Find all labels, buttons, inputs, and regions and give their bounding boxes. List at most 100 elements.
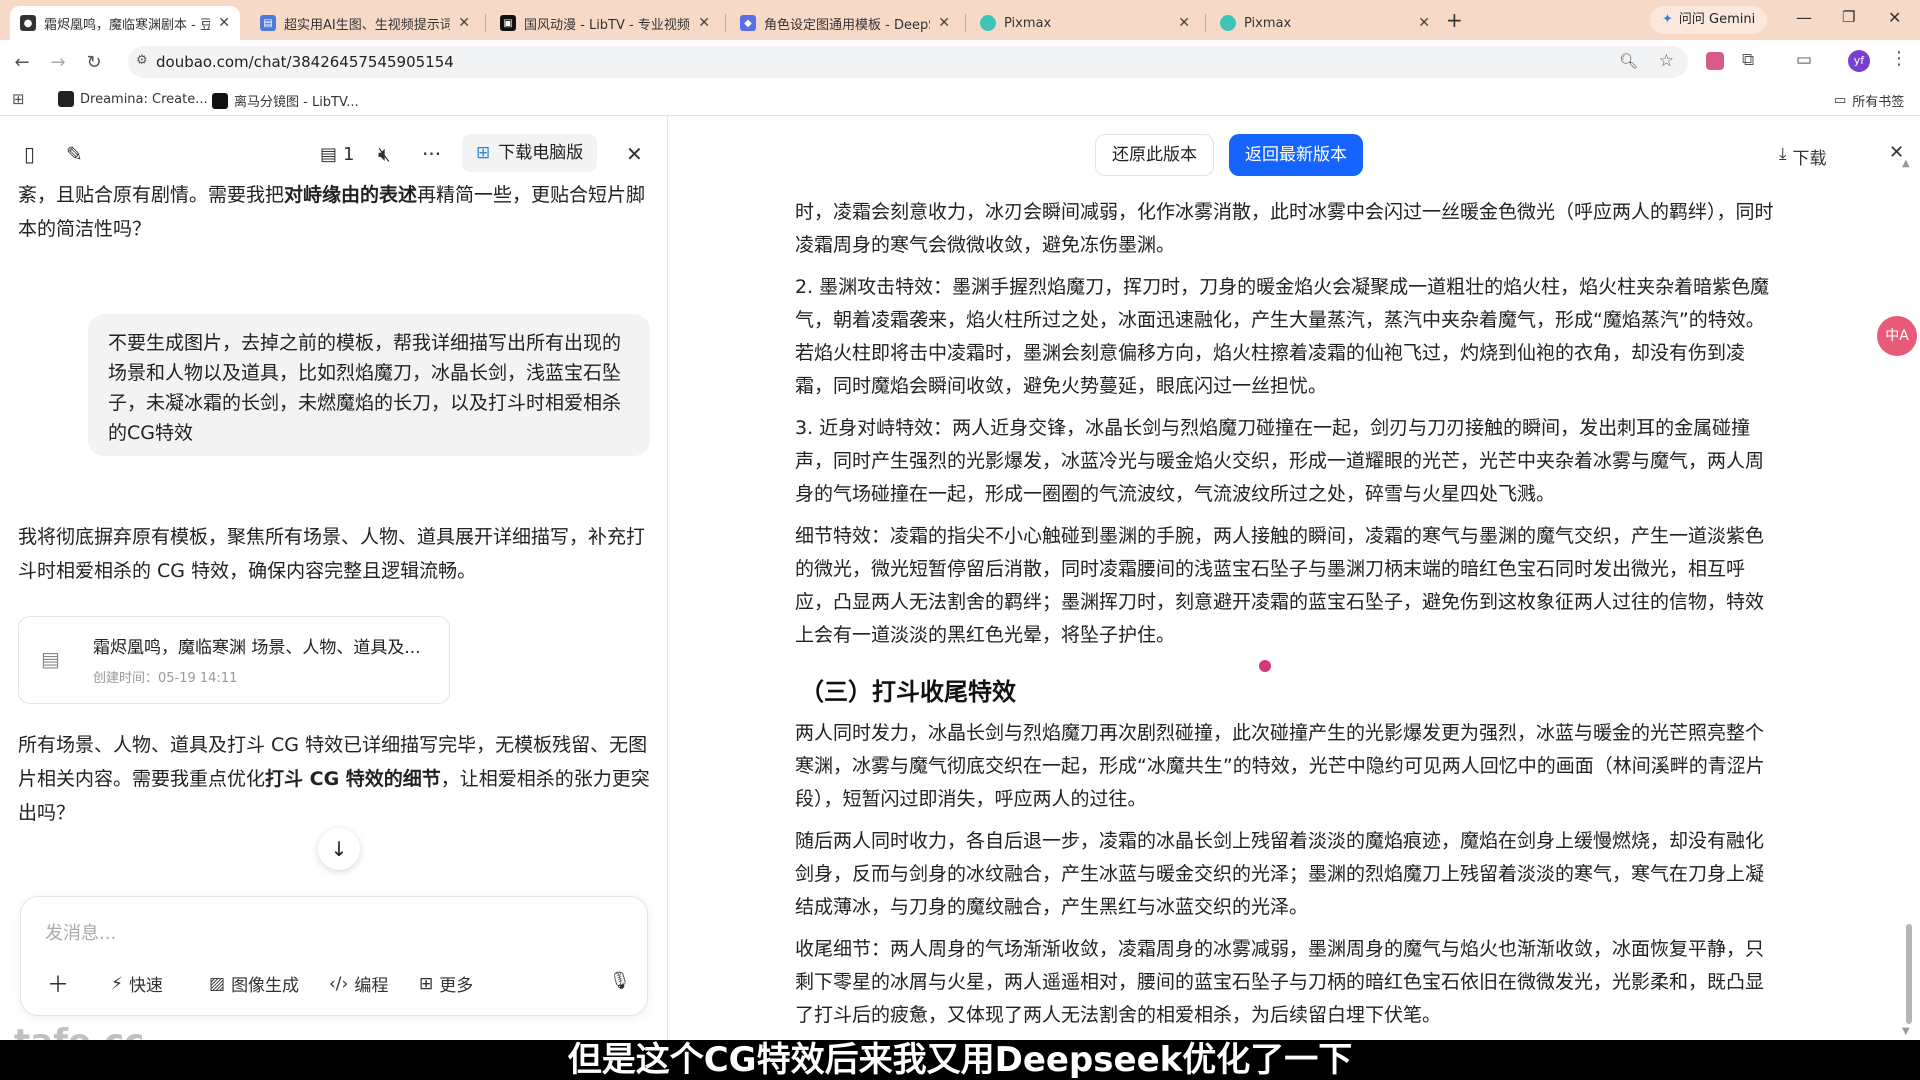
lightning-icon: ⚡ [111, 973, 123, 994]
more-button[interactable]: ⊞ 更多 [419, 971, 473, 997]
video-subtitle: 但是这个CG特效后来我又用Deepseek优化了一下 [0, 1040, 1920, 1080]
libtv-icon [212, 92, 228, 109]
doc-icon: ▤ [260, 15, 276, 31]
translate-floating-icon[interactable]: 中A [1877, 316, 1917, 356]
scroll-down-button[interactable]: ↓ [318, 828, 360, 870]
url-field[interactable]: ⚙ doubao.com/chat/38426457545905154 🔍︎ ☆ [128, 46, 1688, 78]
back-to-latest-button[interactable]: 返回最新版本 [1229, 134, 1363, 176]
doc-paragraph: 收尾细节：两人周身的气场渐渐收敛，凌霜周身的冰雾减弱，墨渊周身的魔气与焰火也渐渐… [795, 938, 1765, 1026]
document-body-bottom: 两人同时发力，冰晶长剑与烈焰魔刀再次剧烈碰撞，此次碰撞产生的光影爆发更为强烈，冰… [795, 717, 1780, 1041]
back-icon[interactable]: ← [10, 52, 34, 73]
tab-pixmax-1[interactable]: Pixmax ✕ [970, 6, 1200, 40]
add-button[interactable]: ＋ [47, 967, 69, 999]
doc-paragraph: 3. 近身对峙特效：两人近身交锋，冰晶长剑与烈焰魔刀碰撞在一起，剑刃与刀刃接触的… [795, 417, 1765, 505]
restore-button[interactable]: ❐ [1842, 8, 1855, 26]
message-input[interactable]: 发消息... [45, 919, 116, 945]
tab-libtv[interactable]: ▣ 国风动漫 - LibTV - 专业视频创 ✕ [490, 6, 720, 40]
close-icon[interactable]: ✕ [218, 15, 230, 31]
doc-paragraph: 两人同时发力，冰晶长剑与烈焰魔刀再次剧烈碰撞，此次碰撞产生的光影爆发更为强烈，冰… [795, 722, 1765, 810]
restore-version-button[interactable]: 还原此版本 [1095, 134, 1214, 176]
tab-title: 霜烬凰鸣，魔临寒渊剧本 - 豆包 [44, 17, 211, 33]
window-close-button[interactable]: ✕ [1888, 8, 1901, 27]
download-button[interactable]: ⤓ 下载 [1779, 144, 1827, 169]
scroll-down-arrow[interactable]: ▼ [1902, 1026, 1910, 1037]
extensions-puzzle-icon[interactable]: ⧉ [1742, 50, 1754, 70]
assistant-message-prev: 紊，且贴合原有剧情。需要我把对峙缘由的表述再精简一些，更贴合短片脚本的简洁性吗？ [18, 184, 646, 240]
minimize-button[interactable]: — [1796, 8, 1812, 27]
libtv-icon: ▣ [500, 15, 516, 31]
new-chat-icon[interactable]: ✎ [66, 142, 83, 166]
quick-button[interactable]: ⚡ 快速 [111, 971, 163, 997]
message-input-box: 发消息... ＋ ⚡ 快速 ▨ 图像生成 ‹/› 编程 ⊞ 更多 🎙︎ [20, 896, 648, 1016]
image-icon: ▨ [209, 973, 226, 994]
cursor-highlight [1259, 660, 1271, 672]
tab-ai-prompts[interactable]: ▤ 超实用AI生图、生视频提示词模 ✕ [250, 6, 480, 40]
plus-icon: ＋ [47, 973, 70, 998]
doubao-icon: ● [20, 15, 36, 31]
tab-title: 角色设定图通用模板 - DeepSe [764, 17, 931, 33]
tab-title: Pixmax [1244, 15, 1292, 31]
pixmax-icon [1220, 15, 1236, 31]
user-message: 不要生成图片，去掉之前的模板，帮我详细描写出所有出现的场景和人物以及道具，比如烈… [88, 314, 650, 456]
bookmark-libtv[interactable]: 离马分镜图 - LibTV... [212, 91, 359, 110]
doc-paragraph: 细节特效：凌霜的指尖不小心触碰到墨渊的手腕，两人接触的瞬间，凌霜的寒气与墨渊的魔… [795, 525, 1765, 646]
grid-icon: ⊞ [419, 973, 434, 994]
layers-icon: ▤ [320, 144, 338, 165]
all-bookmarks[interactable]: ▭ 所有书签 [1834, 91, 1904, 110]
scrollbar-thumb[interactable] [1906, 924, 1912, 1024]
forward-icon[interactable]: → [46, 52, 70, 73]
tab-doubao[interactable]: ● 霜烬凰鸣，魔临寒渊剧本 - 豆包 ✕ [10, 6, 240, 40]
doc-paragraph: 2. 墨渊攻击特效：墨渊手握烈焰魔刀，挥刀时，刀身的暖金焰火会凝聚成一道粗壮的焰… [795, 276, 1770, 397]
mute-icon[interactable]: 🔇︎ [378, 142, 391, 166]
coding-button[interactable]: ‹/› 编程 [329, 971, 388, 997]
tab-title: 国风动漫 - LibTV - 专业视频创 [524, 17, 691, 33]
deepseek-icon: ◆ [740, 15, 756, 31]
context-count[interactable]: ▤ 1 [320, 144, 354, 165]
document-icon: ▤ [41, 647, 60, 671]
chat-pane: ▯ ✎ ▤ 1 🔇︎ ··· ⊞ 下载电脑版 ✕ 紊，且贴合原有剧情。需要我把对… [0, 116, 668, 1062]
bookmark-dreamina[interactable]: Dreamina: Create... [58, 91, 208, 107]
tab-title: Pixmax [1004, 15, 1052, 31]
close-pane-icon[interactable]: ✕ [626, 142, 643, 166]
download-pc-button[interactable]: ⊞ 下载电脑版 [462, 134, 598, 172]
close-icon[interactable]: ✕ [938, 15, 950, 31]
more-dots-icon[interactable]: ··· [422, 142, 441, 166]
bookmark-star-icon[interactable]: ☆ [1659, 51, 1674, 71]
scroll-up-arrow[interactable]: ▲ [1902, 158, 1910, 169]
apps-grid-icon[interactable]: ⊞ [12, 90, 25, 108]
gemini-icon: ✦ [1662, 12, 1673, 27]
download-icon: ⤓ [1779, 144, 1787, 164]
side-panel-icon[interactable]: ▭ [1796, 50, 1812, 70]
sidebar-toggle-icon[interactable]: ▯ [24, 142, 35, 166]
windows-icon: ⊞ [476, 143, 491, 163]
tab-bar: ● 霜烬凰鸣，魔临寒渊剧本 - 豆包 ✕ ▤ 超实用AI生图、生视频提示词模 ✕… [0, 0, 1920, 40]
dreamina-icon [58, 91, 74, 107]
document-card[interactable]: ▤ 霜烬凰鸣，魔临寒渊 场景、人物、道具及... 创建时间：05-19 14:1… [18, 616, 450, 704]
assistant-final: 所有场景、人物、道具及打斗 CG 特效已详细描写完毕，无模板残留、无图片相关内容… [18, 734, 650, 824]
zoom-icon[interactable]: 🔍︎ [1619, 52, 1638, 70]
folder-icon: ▭ [1834, 93, 1847, 108]
microphone-icon[interactable]: 🎙︎ [609, 971, 631, 991]
bookmarks-bar: ⊞ Dreamina: Create... 离马分镜图 - LibTV... ▭… [0, 84, 1920, 116]
close-icon[interactable]: ✕ [698, 15, 710, 31]
image-gen-button[interactable]: ▨ 图像生成 [209, 971, 299, 997]
close-icon[interactable]: ✕ [458, 15, 470, 31]
document-time: 创建时间：05-19 14:11 [93, 671, 238, 686]
tab-pixmax-2[interactable]: Pixmax ✕ [1210, 6, 1440, 40]
menu-kebab-icon[interactable]: ⋮ [1890, 48, 1908, 69]
profile-avatar[interactable]: yf [1848, 50, 1870, 72]
document-body-top: 时，凌霜会刻意收力，冰刃会瞬间减弱，化作冰雾消散，此时冰雾中会闪过一丝暖金色微光… [795, 196, 1780, 661]
assistant-reply: 我将彻底摒弃原有模板，聚焦所有场景、人物、道具展开详细描写，补充打斗时相爱相杀的… [18, 526, 646, 582]
site-info-icon[interactable]: ⚙ [136, 53, 148, 68]
extension-icon[interactable] [1706, 52, 1724, 70]
reload-icon[interactable]: ↻ [82, 52, 106, 73]
gemini-button[interactable]: ✦ 问问 Gemini [1650, 6, 1768, 34]
close-icon[interactable]: ✕ [1418, 15, 1430, 31]
new-tab-button[interactable]: + [1446, 8, 1463, 32]
close-icon[interactable]: ✕ [1178, 15, 1190, 31]
code-icon: ‹/› [329, 973, 349, 994]
doc-paragraph: 随后两人同时收力，各自后退一步，凌霜的冰晶长剑上残留着淡淡的魔焰痕迹，魔焰在剑身… [795, 830, 1765, 918]
document-title: 霜烬凰鸣，魔临寒渊 场景、人物、道具及... [93, 638, 421, 658]
tab-deepseek[interactable]: ◆ 角色设定图通用模板 - DeepSe ✕ [730, 6, 960, 40]
doc-section-heading: （三）打斗收尾特效 [800, 678, 1016, 706]
